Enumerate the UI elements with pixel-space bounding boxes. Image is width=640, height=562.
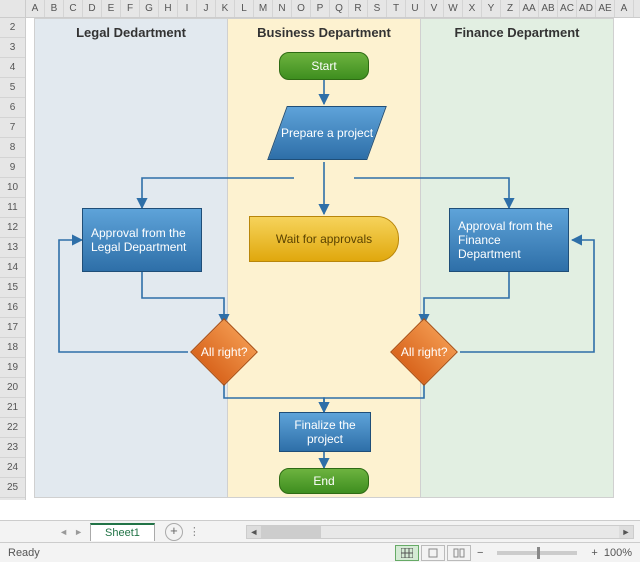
column-header[interactable]: AD <box>577 0 596 17</box>
row-header[interactable]: 24 <box>0 458 25 478</box>
row-header[interactable]: 11 <box>0 198 25 218</box>
column-header[interactable]: AB <box>539 0 558 17</box>
node-finalize[interactable]: Finalize the project <box>279 412 371 452</box>
break-icon <box>453 548 465 558</box>
column-header[interactable]: A <box>615 0 634 17</box>
row-header[interactable]: 3 <box>0 38 25 58</box>
tab-nav-next-icon[interactable]: ► <box>71 527 86 537</box>
column-header[interactable]: F <box>121 0 140 17</box>
row-header[interactable]: 20 <box>0 378 25 398</box>
row-header[interactable]: 2 <box>0 18 25 38</box>
column-header[interactable]: Y <box>482 0 501 17</box>
node-approval-legal[interactable]: Approval from the Legal Department <box>82 208 202 272</box>
view-normal-button[interactable] <box>395 545 419 561</box>
column-header[interactable]: V <box>425 0 444 17</box>
row-header[interactable]: 16 <box>0 298 25 318</box>
scroll-right-icon[interactable]: ► <box>619 526 633 538</box>
row-header[interactable]: 7 <box>0 118 25 138</box>
zoom-in-button[interactable]: + <box>591 547 597 559</box>
column-header[interactable]: Z <box>501 0 520 17</box>
column-header[interactable]: AA <box>520 0 539 17</box>
row-header[interactable]: 6 <box>0 98 25 118</box>
row-header[interactable]: 23 <box>0 438 25 458</box>
column-header[interactable]: P <box>311 0 330 17</box>
row-header[interactable]: 4 <box>0 58 25 78</box>
column-header[interactable]: G <box>140 0 159 17</box>
page-icon <box>427 548 439 558</box>
row-header[interactable]: 8 <box>0 138 25 158</box>
column-header[interactable]: X <box>463 0 482 17</box>
scroll-thumb[interactable] <box>261 526 321 538</box>
column-header[interactable]: J <box>197 0 216 17</box>
add-sheet-button[interactable]: + <box>165 523 183 541</box>
row-header[interactable]: 25 <box>0 478 25 498</box>
column-header[interactable]: AC <box>558 0 577 17</box>
grid-icon <box>401 548 413 558</box>
sheet-tab-active[interactable]: Sheet1 <box>90 523 155 541</box>
select-all-corner[interactable] <box>0 0 26 18</box>
column-header[interactable]: AE <box>596 0 615 17</box>
column-header[interactable]: D <box>83 0 102 17</box>
worksheet-grid[interactable]: Legal Dedartment Business Department Fin… <box>26 18 640 500</box>
row-header[interactable]: 10 <box>0 178 25 198</box>
node-allright-right[interactable]: All right? <box>390 318 458 386</box>
column-header[interactable]: Q <box>330 0 349 17</box>
status-ready: Ready <box>8 547 40 559</box>
column-header[interactable]: T <box>387 0 406 17</box>
column-headers: ABCDEFGHIJKLMNOPQRSTUVWXYZAAABACADAEA <box>26 0 640 18</box>
row-headers: 2345678910111213141516171819202122232425 <box>0 18 26 500</box>
zoom-level[interactable]: 100% <box>604 547 632 559</box>
column-header[interactable]: L <box>235 0 254 17</box>
column-header[interactable]: I <box>178 0 197 17</box>
view-page-layout-button[interactable] <box>421 545 445 561</box>
row-header[interactable]: 15 <box>0 278 25 298</box>
column-header[interactable]: A <box>26 0 45 17</box>
row-header[interactable]: 12 <box>0 218 25 238</box>
column-header[interactable]: B <box>45 0 64 17</box>
row-header[interactable]: 9 <box>0 158 25 178</box>
node-wait[interactable]: Wait for approvals <box>249 216 399 262</box>
view-page-break-button[interactable] <box>447 545 471 561</box>
tab-nav-prev-icon[interactable]: ◄ <box>56 527 71 537</box>
row-header[interactable]: 17 <box>0 318 25 338</box>
column-header[interactable]: S <box>368 0 387 17</box>
node-approval-finance[interactable]: Approval from the Finance Department <box>449 208 569 272</box>
zoom-slider[interactable] <box>497 551 577 555</box>
row-header[interactable]: 18 <box>0 338 25 358</box>
column-header[interactable]: H <box>159 0 178 17</box>
status-bar: Ready − + 100% <box>0 542 640 562</box>
node-start[interactable]: Start <box>279 52 369 80</box>
column-header[interactable]: C <box>64 0 83 17</box>
zoom-out-button[interactable]: − <box>477 547 483 559</box>
column-header[interactable]: M <box>254 0 273 17</box>
node-prepare[interactable]: Prepare a project <box>267 106 387 160</box>
column-header[interactable]: O <box>292 0 311 17</box>
row-header[interactable]: 21 <box>0 398 25 418</box>
node-end[interactable]: End <box>279 468 369 494</box>
row-header[interactable]: 5 <box>0 78 25 98</box>
column-header[interactable]: W <box>444 0 463 17</box>
flowchart-shapes: Start Prepare a project Approval from th… <box>34 18 614 498</box>
column-header[interactable]: U <box>406 0 425 17</box>
scroll-left-icon[interactable]: ◄ <box>247 526 261 538</box>
row-header[interactable]: 19 <box>0 358 25 378</box>
column-header[interactable]: N <box>273 0 292 17</box>
column-header[interactable]: R <box>349 0 368 17</box>
column-header[interactable]: K <box>216 0 235 17</box>
column-header[interactable]: E <box>102 0 121 17</box>
row-header[interactable]: 13 <box>0 238 25 258</box>
node-allright-left[interactable]: All right? <box>190 318 258 386</box>
tab-split-handle[interactable]: ⋮ <box>189 525 200 538</box>
sheet-tabs-bar: ◄ ► Sheet1 + ⋮ ◄ ► <box>0 520 640 542</box>
row-header[interactable]: 14 <box>0 258 25 278</box>
horizontal-scrollbar[interactable]: ◄ ► <box>246 525 634 539</box>
row-header[interactable]: 22 <box>0 418 25 438</box>
